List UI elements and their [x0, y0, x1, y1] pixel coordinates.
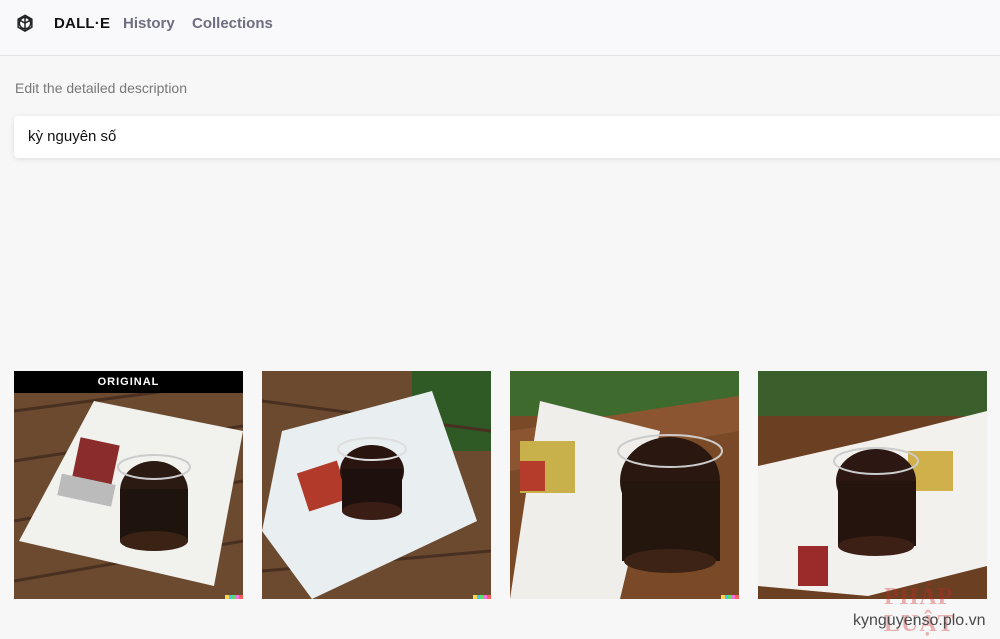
prompt-label: Edit the detailed description	[15, 80, 187, 96]
original-image[interactable]: ORIGINAL	[14, 371, 243, 599]
signature-color-strip	[721, 595, 739, 599]
coffee-glass-on-open-book-image	[758, 371, 987, 599]
top-navigation-bar: DALL·E History Collections	[0, 0, 1000, 56]
variation-image-1[interactable]	[262, 371, 491, 599]
sig-red	[487, 595, 491, 599]
openai-logo-icon[interactable]	[14, 13, 36, 35]
nav-dalle-home[interactable]: DALL·E	[54, 15, 110, 33]
watermark-url: kynguyenso.plo.vn	[853, 612, 986, 629]
coffee-glass-on-book-image	[14, 371, 243, 599]
variation-image-2[interactable]	[510, 371, 739, 599]
prompt-input[interactable]	[28, 128, 928, 145]
variation-image-3[interactable]	[758, 371, 987, 599]
sig-red	[735, 595, 739, 599]
sig-red	[239, 595, 243, 599]
signature-color-strip	[473, 595, 491, 599]
signature-color-strip	[225, 595, 243, 599]
original-badge: ORIGINAL	[14, 371, 243, 393]
prompt-box[interactable]	[14, 116, 1000, 158]
nav-collections-link[interactable]: Collections	[192, 15, 273, 33]
nav-history-link[interactable]: History	[123, 15, 175, 33]
coffee-glass-on-magazine-image	[262, 371, 491, 599]
coffee-glass-on-open-book-image	[510, 371, 739, 599]
